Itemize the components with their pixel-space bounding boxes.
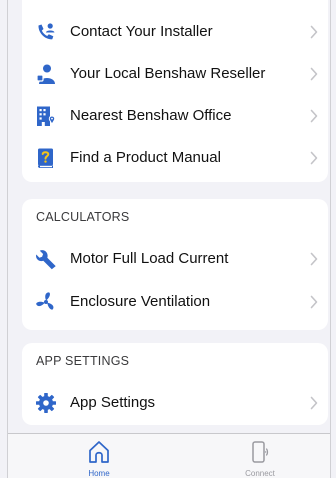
tab-connect[interactable]: Connect xyxy=(210,434,310,478)
tab-connect-label: Connect xyxy=(245,469,275,478)
chevron-right-icon xyxy=(310,67,318,81)
chevron-right-icon xyxy=(310,295,318,309)
tab-home[interactable]: Home xyxy=(49,434,149,478)
calculators-card: CALCULATORS Motor Full Load Current Encl… xyxy=(22,199,328,330)
chevron-right-icon xyxy=(310,252,318,266)
chevron-right-icon xyxy=(310,25,318,39)
app-settings-label: App Settings xyxy=(70,394,156,411)
gear-icon xyxy=(36,393,56,413)
support-card: Contact Your Installer Your Local Bensha… xyxy=(22,0,328,182)
motor-full-load-current-label: Motor Full Load Current xyxy=(70,250,229,267)
fan-icon xyxy=(36,292,54,310)
phone-signal-icon xyxy=(252,441,269,463)
person-icon xyxy=(36,64,55,84)
office-building-icon xyxy=(37,106,56,126)
wrench-icon xyxy=(36,250,56,270)
tab-home-label: Home xyxy=(88,469,110,478)
chevron-right-icon xyxy=(310,151,318,165)
chevron-right-icon xyxy=(310,396,318,410)
phone-person-icon xyxy=(38,23,55,40)
enclosure-ventilation-row[interactable]: Enclosure Ventilation xyxy=(22,281,328,323)
calculators-section-header: CALCULATORS xyxy=(36,210,130,224)
home-icon xyxy=(89,441,109,463)
manual-question-icon xyxy=(38,148,53,168)
app-settings-section-header: APP SETTINGS xyxy=(36,354,130,368)
app-settings-row[interactable]: App Settings xyxy=(22,382,328,424)
app-settings-card: APP SETTINGS App Settings xyxy=(22,343,328,425)
contact-installer-row[interactable]: Contact Your Installer xyxy=(22,11,328,53)
contact-installer-label: Contact Your Installer xyxy=(70,23,213,40)
enclosure-ventilation-label: Enclosure Ventilation xyxy=(70,293,211,310)
local-reseller-label: Your Local Benshaw Reseller xyxy=(70,65,266,82)
local-reseller-row[interactable]: Your Local Benshaw Reseller xyxy=(22,53,328,95)
product-manual-row[interactable]: Find a Product Manual xyxy=(22,137,328,179)
motor-full-load-current-row[interactable]: Motor Full Load Current xyxy=(22,238,328,280)
nearest-office-row[interactable]: Nearest Benshaw Office xyxy=(22,95,328,137)
tab-bar: Home Connect xyxy=(8,433,330,478)
settings-screen: Contact Your Installer Your Local Bensha… xyxy=(7,0,331,478)
product-manual-label: Find a Product Manual xyxy=(70,149,221,166)
chevron-right-icon xyxy=(310,109,318,123)
nearest-office-label: Nearest Benshaw Office xyxy=(70,107,232,124)
